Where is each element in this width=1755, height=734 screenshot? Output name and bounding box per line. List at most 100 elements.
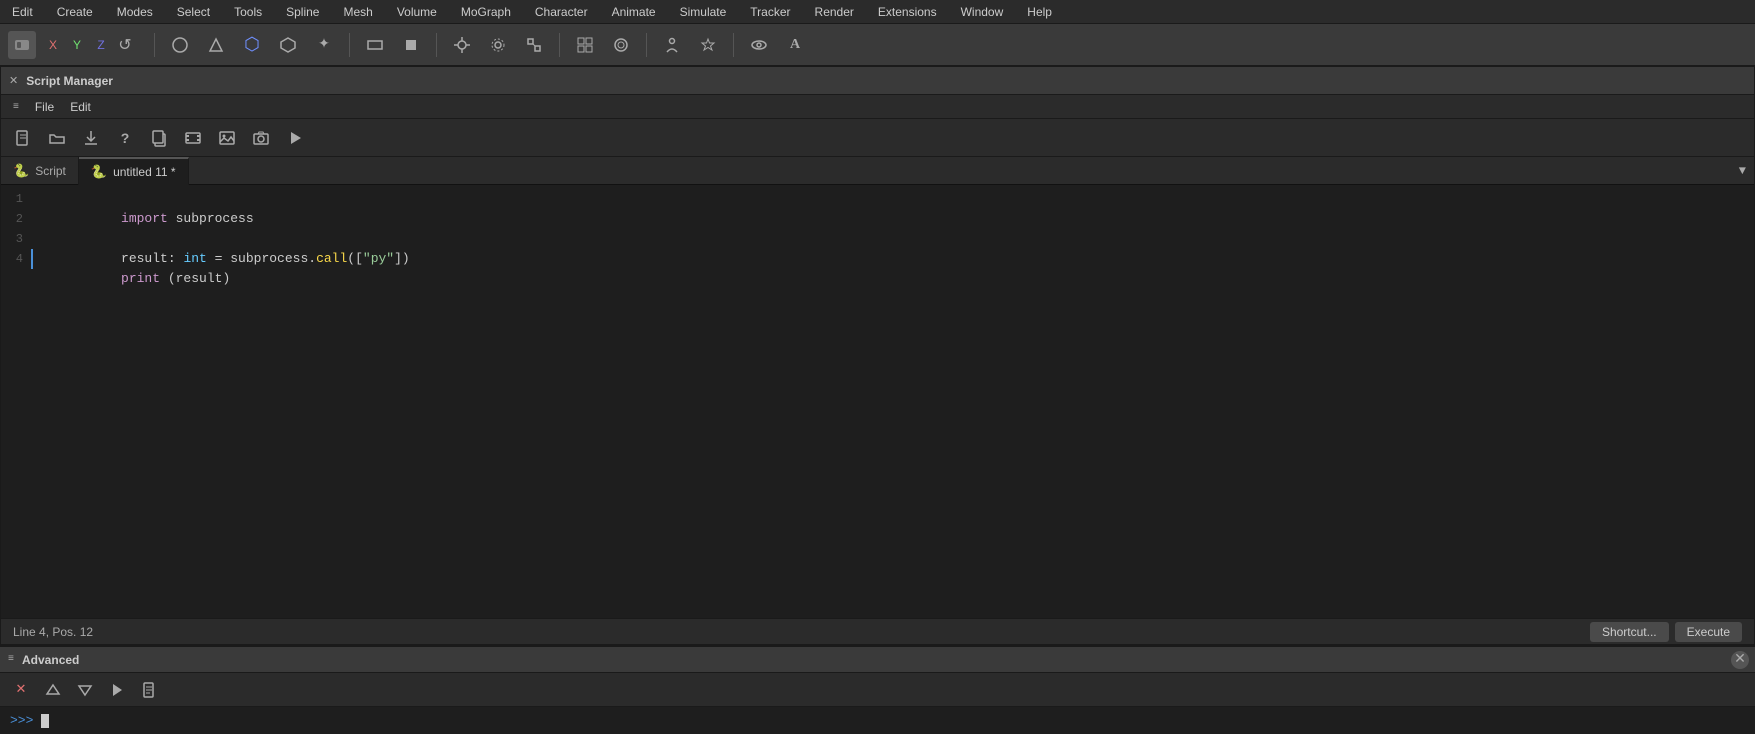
axis-rotate-btn[interactable]: ↺ [114,34,136,56]
line-num-3: 3 [1,229,33,249]
console-output[interactable]: >>> [0,707,1755,734]
panel-menu-bar: ≡ File Edit [1,95,1754,119]
script-manager-panel: ✕ Script Manager ≡ File Edit ? [0,66,1755,645]
panel-edit-btn[interactable]: Edit [64,98,97,116]
panel-file-btn[interactable]: File [29,98,60,116]
axis-x-btn[interactable]: X [42,34,64,56]
tool-eye-btn[interactable] [744,30,774,60]
menu-item-select[interactable]: Select [173,3,214,21]
tab-untitled[interactable]: 🐍 untitled 11 * [79,157,189,185]
panel-close-btn[interactable]: ✕ [9,74,18,88]
console-clear-btn[interactable]: ✕ [8,677,34,703]
script-new-btn[interactable] [9,124,37,152]
menu-item-tracker[interactable]: Tracker [746,3,794,21]
console-up-btn[interactable] [40,677,66,703]
code-line-2: 2 [1,209,1754,229]
line-code-4: print (result) [33,249,230,309]
menu-item-extensions[interactable]: Extensions [874,3,941,21]
back-icon[interactable] [8,31,36,59]
advanced-close-btn[interactable]: ✕ [1731,651,1749,669]
axis-z-btn[interactable]: Z [90,34,112,56]
menu-item-create[interactable]: Create [53,3,97,21]
panel-title-text: Script Manager [26,74,113,88]
shortcut-button[interactable]: Shortcut... [1590,622,1669,642]
tool-circle-btn[interactable] [165,30,195,60]
toolbar-sep-4 [559,33,560,57]
tab-script-label: Script [35,164,66,178]
toolbar-sep-6 [733,33,734,57]
console-cursor [41,714,49,728]
code-editor[interactable]: 1 import subprocess 2 3 result: int = su… [1,185,1754,618]
tool-text-btn[interactable]: A [780,30,810,60]
script-camera-btn[interactable] [247,124,275,152]
tool-grid-btn[interactable] [570,30,600,60]
tool-gear-btn[interactable] [483,30,513,60]
status-bar: Line 4, Pos. 12 Shortcut... Execute [1,618,1754,644]
console-run-btn[interactable] [104,677,130,703]
toolbar-sep-3 [436,33,437,57]
tab-untitled-label: untitled 11 * [113,165,176,179]
console-down-btn[interactable] [72,677,98,703]
console-doc-btn[interactable] [136,677,162,703]
script-open-btn[interactable] [43,124,71,152]
kw-rparen: ]) [394,251,410,266]
execute-button[interactable]: Execute [1675,622,1742,642]
menu-item-modes[interactable]: Modes [113,3,157,21]
line-num-4: 4 [1,249,33,269]
menu-bar: Edit Create Modes Select Tools Spline Me… [0,0,1755,24]
menu-item-animate[interactable]: Animate [608,3,660,21]
menu-item-render[interactable]: Render [811,3,858,21]
tool-snap-btn[interactable] [447,30,477,60]
kw-space: (result) [160,271,230,286]
console-prompt: >>> [10,713,33,728]
menu-item-help[interactable]: Help [1023,3,1056,21]
script-copy-btn[interactable] [145,124,173,152]
menu-item-tools[interactable]: Tools [230,3,266,21]
panel-hamburger-btn[interactable]: ≡ [7,99,25,114]
kw-call: call [316,251,347,266]
panel-titlebar: ✕ Script Manager [1,67,1754,95]
script-image-btn[interactable] [213,124,241,152]
kw-dot: . [308,251,316,266]
code-line-1: 1 import subprocess [1,189,1754,209]
script-download-btn[interactable] [77,124,105,152]
menu-item-edit[interactable]: Edit [8,3,37,21]
tab-dropdown-btn[interactable]: ▼ [1739,164,1754,178]
menu-item-simulate[interactable]: Simulate [676,3,731,21]
script-help-btn[interactable]: ? [111,124,139,152]
advanced-titlebar: ≡ Advanced ✕ [0,647,1755,673]
kw-print: print [121,271,160,286]
advanced-title-text: Advanced [22,653,79,667]
tool-cube-btn[interactable]: ⬡ [237,30,267,60]
tool-square-btn[interactable] [396,30,426,60]
menu-item-mograph[interactable]: MoGraph [457,3,515,21]
tool-transform-btn[interactable] [519,30,549,60]
menu-item-volume[interactable]: Volume [393,3,441,21]
tool-star-btn[interactable]: ✦ [309,30,339,60]
main-toolbar: X Y Z ↺ ⬡ ✦ A [0,24,1755,66]
axis-y-btn[interactable]: Y [66,34,88,56]
menu-item-window[interactable]: Window [957,3,1008,21]
status-position: Line 4, Pos. 12 [13,625,93,639]
tool-arrow-up-btn[interactable] [201,30,231,60]
tab-bar: 🐍 Script 🐍 untitled 11 * ▼ [1,157,1754,185]
kw-subprocess: subprocess [230,251,308,266]
menu-item-spline[interactable]: Spline [282,3,323,21]
tool-settings-btn[interactable] [693,30,723,60]
kw-module: subprocess [168,211,254,226]
script-film-btn[interactable] [179,124,207,152]
kw-py-str: "py" [363,251,394,266]
code-content[interactable]: 1 import subprocess 2 3 result: int = su… [1,185,1754,618]
status-buttons-group: Shortcut... Execute [1590,622,1742,642]
kw-import: import [121,211,168,226]
tool-hex-btn[interactable] [273,30,303,60]
tool-figure-btn[interactable] [657,30,687,60]
script-play-btn[interactable] [281,124,309,152]
tool-rect-btn[interactable] [360,30,390,60]
script-toolbar: ? [1,119,1754,157]
menu-item-character[interactable]: Character [531,3,592,21]
hamburger-icon: ≡ [13,101,19,112]
tab-script[interactable]: 🐍 Script [1,157,79,185]
menu-item-mesh[interactable]: Mesh [339,3,376,21]
tool-grid2-btn[interactable] [606,30,636,60]
